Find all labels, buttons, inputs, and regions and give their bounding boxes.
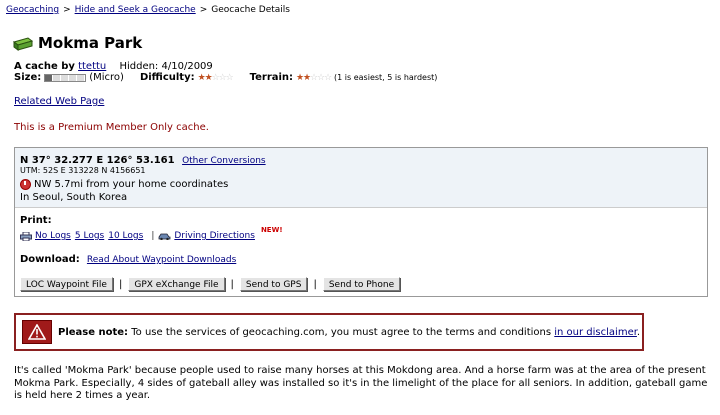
waypoint-downloads-link[interactable]: Read About Waypoint Downloads (87, 255, 236, 265)
size-value: (Micro) (89, 72, 124, 83)
breadcrumb-geocaching[interactable]: Geocaching (6, 5, 59, 15)
coordinates-panel: N 37° 32.277 E 126° 53.161 Other Convers… (14, 147, 708, 297)
micro-cache-icon (12, 37, 34, 51)
size-segment (53, 74, 62, 81)
distance-row: NW 5.7mi from your home coordinates (20, 179, 228, 190)
download-buttons: LOC Waypoint File | GPX eXchange File | … (20, 277, 401, 291)
cache-owner-row: A cache by ttettu Hidden: 4/10/2009 (14, 61, 213, 72)
cache-attributes-row: Size: (Micro) Difficulty: ★ ★ ☆ ☆ ☆ Terrain:… (14, 72, 437, 83)
breadcrumb-separator: > (199, 5, 208, 15)
breadcrumb: Geocaching > Hide and Seek a Geocache > Geoc… (6, 5, 290, 15)
size-segment (77, 74, 86, 81)
distance-text: NW 5.7mi from your home coordinates (34, 179, 229, 190)
size-label: Size: (14, 72, 42, 83)
warning-icon (22, 320, 52, 344)
disclaimer-notice: Please note: To use the services of geoc… (14, 313, 644, 351)
coordinates-text: N 37° 32.277 E 126° 53.161 (20, 155, 175, 166)
print-10-logs-link[interactable]: 10 Logs (108, 231, 143, 241)
print-5-logs-link[interactable]: 5 Logs (75, 231, 104, 241)
breadcrumb-hide-and-seek[interactable]: Hide and Seek a Geocache (75, 5, 196, 15)
difficulty-label: Difficulty: (139, 72, 195, 83)
send-to-gps-button[interactable]: Send to GPS (239, 277, 308, 291)
star-icon: ☆ (218, 72, 227, 83)
star-icon: ☆ (324, 72, 333, 83)
car-icon (158, 232, 171, 241)
note-body: To use the services of geocaching.com, y… (131, 326, 552, 338)
star-icon: ☆ (225, 72, 234, 83)
breadcrumb-separator: > (63, 5, 71, 15)
star-icon: ★ (303, 72, 312, 83)
hidden-label: Hidden: (119, 61, 159, 72)
size-segment (61, 74, 70, 81)
location-text: In Seoul, South Korea (20, 192, 128, 203)
disclaimer-text: Please note: To use the services of geoc… (58, 327, 640, 338)
premium-notice: This is a Premium Member Only cache. (14, 122, 209, 133)
related-web-page-link[interactable]: Related Web Page (14, 96, 104, 107)
download-row: Download: Read About Waypoint Downloads (20, 254, 236, 265)
terrain-label: Terrain: (249, 72, 294, 83)
separator: | (118, 278, 123, 290)
disclaimer-link[interactable]: in our disclaimer (554, 327, 637, 338)
driving-directions-link[interactable]: Driving Directions (174, 231, 255, 241)
star-icon: ☆ (310, 72, 319, 83)
terrain-stars: ★ ★ ☆ ☆ ☆ (296, 72, 333, 83)
compass-icon (20, 179, 31, 190)
separator: | (230, 278, 234, 290)
star-icon: ★ (197, 72, 206, 83)
note-bold: Please note: (58, 326, 129, 338)
print-options: No Logs 5 Logs 10 Logs | Driving Directi… (20, 226, 283, 241)
other-conversions-link[interactable]: Other Conversions (182, 156, 266, 166)
print-no-logs-link[interactable]: No Logs (35, 231, 71, 241)
star-icon: ☆ (317, 72, 326, 83)
gpx-exchange-file-button[interactable]: GPX eXchange File (128, 277, 225, 291)
star-icon: ☆ (211, 72, 220, 83)
owner-label: A cache by (14, 61, 75, 72)
loc-waypoint-file-button[interactable]: LOC Waypoint File (20, 277, 113, 291)
star-icon: ★ (296, 72, 305, 83)
printer-icon (20, 231, 32, 241)
cache-title: Mokma Park (38, 34, 143, 52)
size-segment (69, 74, 78, 81)
difficulty-stars: ★ ★ ☆ ☆ ☆ (197, 72, 234, 83)
title-row: Mokma Park (12, 34, 142, 52)
send-to-phone-button[interactable]: Send to Phone (322, 277, 401, 291)
owner-link[interactable]: ttettu (78, 61, 106, 72)
cache-description: It's called 'Mokma Park' because people … (14, 365, 708, 401)
size-indicator (44, 73, 87, 82)
breadcrumb-current: Geocache Details (211, 5, 290, 15)
print-label: Print: (20, 215, 52, 226)
coordinates-row: N 37° 32.277 E 126° 53.161 Other Convers… (20, 155, 266, 166)
new-badge: NEW! (260, 226, 283, 234)
size-segment (45, 74, 54, 81)
hidden-date: 4/10/2009 (161, 61, 213, 72)
separator: | (313, 278, 317, 290)
download-label: Download: (20, 254, 80, 265)
note-end: . (636, 326, 641, 338)
utm-coordinates: UTM: 52S E 313228 N 4156651 (20, 166, 146, 175)
star-icon: ★ (204, 72, 213, 83)
rating-scale-note: (1 is easiest, 5 is hardest) (334, 73, 438, 82)
separator: | (151, 231, 155, 241)
